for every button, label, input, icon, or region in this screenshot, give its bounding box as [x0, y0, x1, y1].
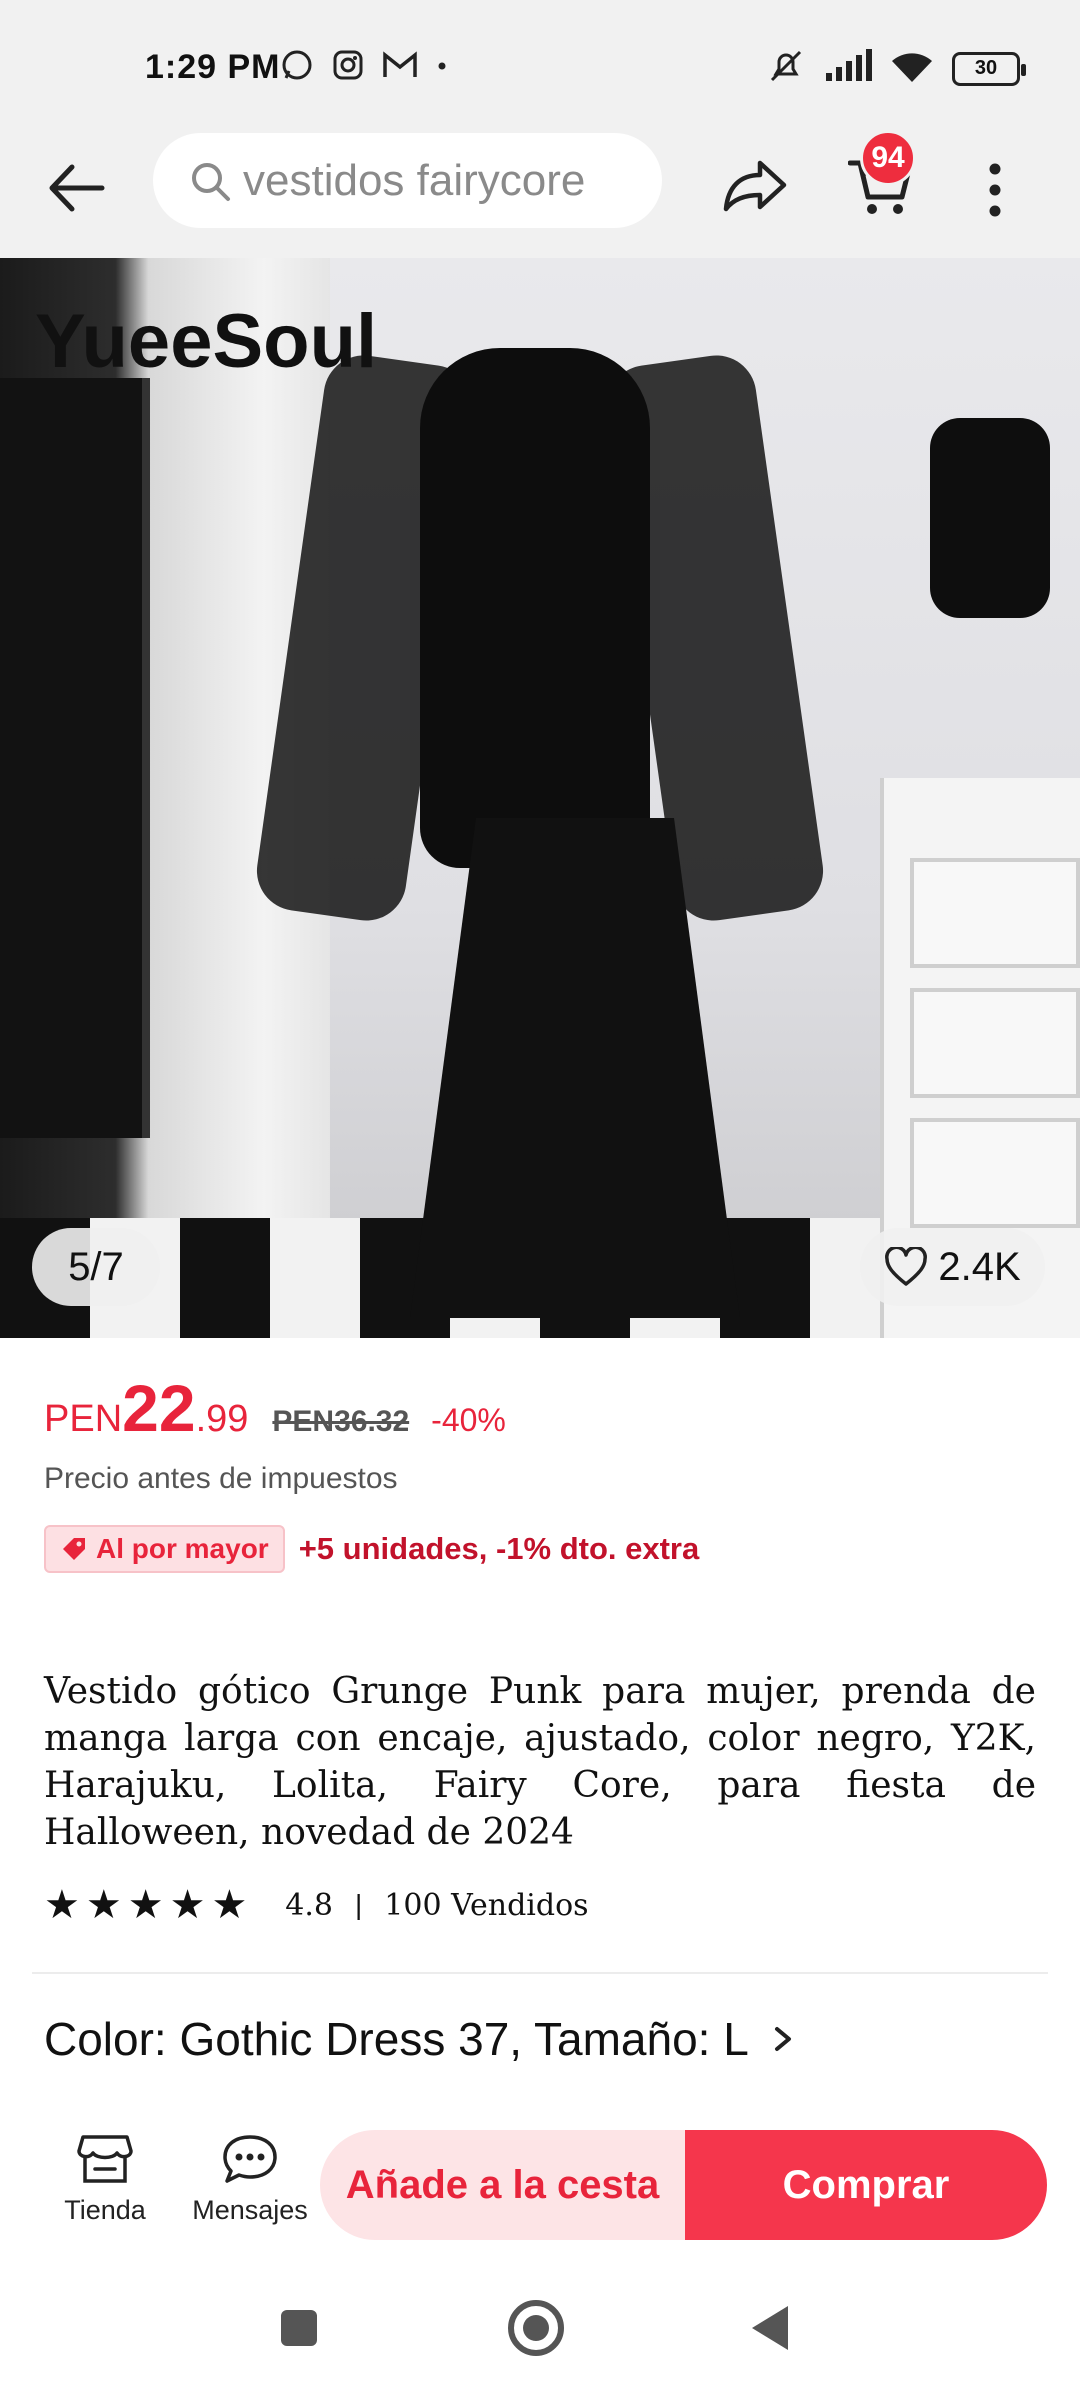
chevron-right-icon — [774, 2027, 791, 2051]
image-drawer — [910, 1118, 1080, 1228]
price-decimal: .99 — [195, 1398, 249, 1440]
store-label: Tienda — [64, 2195, 146, 2225]
header: vestidos fairycore 94 — [0, 130, 1080, 258]
image-vase — [930, 418, 1050, 618]
messages-button[interactable]: Mensajes — [185, 2133, 315, 2243]
sold-count: 100 Vendidos — [384, 1887, 589, 1923]
search-input[interactable]: vestidos fairycore — [153, 133, 662, 228]
home-button[interactable] — [508, 2300, 564, 2356]
mute-icon — [766, 46, 806, 91]
image-dress-bodice — [420, 348, 650, 868]
dot-icon — [436, 59, 448, 77]
price-currency: PEN — [44, 1398, 123, 1440]
price-integer: 22 — [122, 1371, 196, 1445]
battery-icon: 30 — [952, 51, 1026, 86]
price-note: Precio antes de impuestos — [44, 1462, 398, 1495]
store-button[interactable]: Tienda — [50, 2133, 160, 2243]
back-arrow-icon — [49, 164, 105, 212]
image-shelf — [0, 378, 150, 1138]
image-drawer — [910, 858, 1080, 968]
product-image[interactable]: YueeSoul 5/7 2.4K — [0, 258, 1080, 1338]
whatsapp-icon — [280, 48, 314, 87]
status-time: 1:29 PM — [145, 48, 281, 86]
wholesale-offer: +5 unidades, -1% dto. extra — [298, 1531, 700, 1566]
home-icon — [523, 2315, 549, 2341]
variant-selector[interactable]: Color: Gothic Dress 37, Tamaño: L — [44, 2012, 1044, 2066]
wifi-icon — [890, 49, 934, 88]
more-options-button[interactable] — [975, 150, 1015, 230]
star-icon: ★ — [169, 1883, 206, 1927]
divider — [32, 1972, 1048, 1974]
original-price: PEN36.32 — [272, 1405, 410, 1438]
recent-apps-button[interactable] — [281, 2310, 317, 2346]
rating-row[interactable]: ★ ★ ★ ★ ★ 4.8 | 100 Vendidos — [44, 1885, 589, 1925]
add-to-cart-button[interactable]: Añade a la cesta — [320, 2130, 685, 2240]
rating-separator: | — [355, 1889, 363, 1920]
store-icon — [77, 2135, 133, 2183]
status-bar: 1:29 PM 30 — [0, 0, 1080, 130]
star-icon: ★ — [127, 1883, 164, 1927]
share-button[interactable] — [715, 150, 795, 220]
instagram-icon — [332, 49, 364, 86]
system-back-button[interactable] — [752, 2306, 788, 2350]
share-icon — [723, 160, 787, 212]
rating-value: 4.8 — [285, 1887, 334, 1923]
product-title: Vestido gótico Grunge Punk para mujer, p… — [44, 1671, 1036, 1853]
star-icon: ★ — [211, 1883, 248, 1927]
messages-label: Mensajes — [192, 2195, 308, 2225]
bottom-action-bar: Tienda Mensajes Añade a la cesta Comprar — [0, 2108, 1080, 2258]
image-counter: 5/7 — [32, 1228, 160, 1306]
star-icon: ★ — [44, 1883, 80, 1927]
chat-icon — [223, 2135, 277, 2183]
back-button[interactable] — [40, 152, 112, 224]
brand-watermark: YueeSoul — [35, 299, 378, 384]
star-icon: ★ — [85, 1883, 122, 1927]
wholesale-badge: Al por mayor — [44, 1525, 285, 1573]
wholesale-row[interactable]: Al por mayor +5 unidades, -1% dto. extra — [44, 1525, 699, 1573]
price-row: PEN 22 .99 PEN36.32 -40% — [44, 1370, 506, 1446]
heart-icon — [885, 1247, 928, 1286]
search-placeholder: vestidos fairycore — [243, 155, 586, 205]
system-nav-bar — [0, 2258, 1080, 2400]
variant-label: Color: Gothic Dress 37, Tamaño: L — [44, 2013, 749, 2065]
discount-badge: -40% — [431, 1402, 506, 1438]
status-right: 30 — [766, 46, 1026, 91]
signal-icon — [824, 49, 872, 88]
wholesale-badge-label: Al por mayor — [96, 1533, 269, 1564]
gmail-icon — [382, 50, 418, 85]
cart-count-badge: 94 — [860, 130, 916, 186]
more-vertical-icon — [989, 163, 1001, 217]
status-app-icons — [280, 48, 448, 87]
likes-count: 2.4K — [938, 1244, 1021, 1289]
tag-icon — [63, 1538, 85, 1560]
wishlist-button[interactable]: 2.4K — [860, 1228, 1045, 1306]
search-icon — [192, 162, 230, 201]
image-drawer — [910, 988, 1080, 1098]
buy-now-button[interactable]: Comprar — [685, 2130, 1047, 2240]
